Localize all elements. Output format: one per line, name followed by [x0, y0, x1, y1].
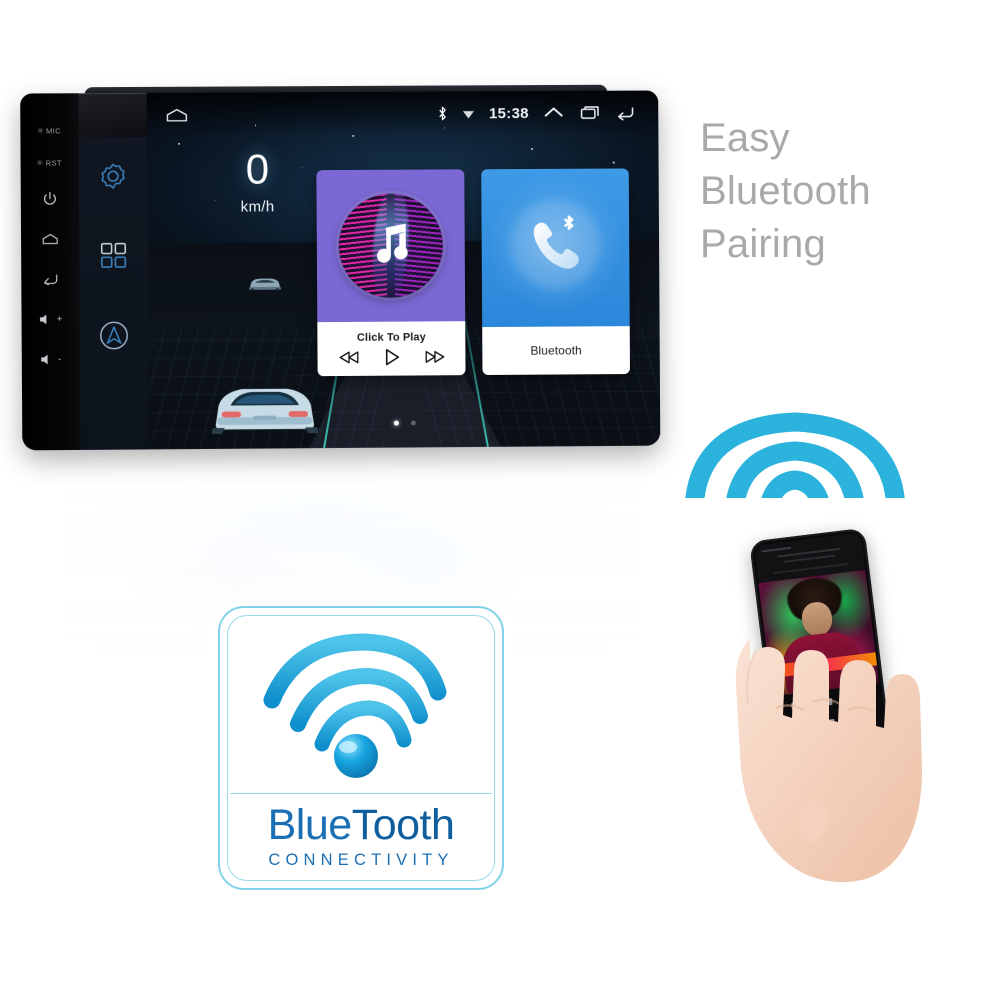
- recents-icon: [579, 105, 601, 121]
- page-dot-2[interactable]: [410, 420, 416, 426]
- back-key[interactable]: [21, 260, 79, 298]
- headline-line-3: Pairing: [700, 221, 826, 266]
- volume-down-key[interactable]: -: [22, 340, 80, 378]
- hard-key-column: MIC RST + -: [20, 93, 81, 451]
- car-head-unit: MIC RST + - 15:38 0 km/h Click To Play B…: [20, 84, 661, 451]
- badge-subtitle: CONNECTIVITY: [268, 851, 454, 869]
- music-card-title: Click To Play: [356, 330, 426, 344]
- navigation-icon: [99, 320, 128, 349]
- reset-label: RST: [45, 157, 62, 168]
- status-bluetooth: [437, 105, 448, 121]
- speedometer-widget[interactable]: 0 km/h: [177, 145, 338, 216]
- power-icon: [43, 191, 56, 205]
- status-recents-button[interactable]: [579, 105, 601, 121]
- bluetooth-card-title: Bluetooth: [530, 343, 582, 358]
- status-back-button[interactable]: [614, 105, 636, 121]
- settings-icon: [101, 163, 125, 189]
- sidebar-item-apps[interactable]: [98, 240, 128, 275]
- chevron-up-icon: [545, 107, 564, 117]
- music-card-footer: Click To Play: [317, 321, 466, 377]
- wireless-signal-icon: [684, 412, 906, 514]
- music-note-icon: [377, 223, 408, 263]
- bluetooth-glow: [503, 192, 608, 297]
- sidebar-item-settings[interactable]: [98, 161, 128, 196]
- music-controls: [338, 347, 445, 367]
- volume-up-icon: [40, 313, 47, 324]
- volume-down-icon: [41, 353, 48, 364]
- bluetooth-phone-icon: [533, 215, 579, 269]
- speed-unit: km/h: [240, 198, 275, 216]
- page-title: Easy Bluetooth Pairing: [700, 112, 980, 270]
- smartphone-in-hand: [716, 520, 956, 940]
- back-arrow-icon: [43, 273, 58, 285]
- scene-root: MIC RST + - 15:38 0 km/h Click To Play B…: [0, 0, 1000, 1000]
- status-clock: 15:38: [488, 104, 529, 122]
- badge-caption: BlueTooth CONNECTIVITY: [228, 794, 494, 880]
- apps-grid-icon: [100, 242, 126, 268]
- bluetooth-icon: [439, 106, 447, 121]
- mic-label: MIC: [45, 125, 62, 135]
- back-arrow-icon: [614, 105, 636, 121]
- previous-track-button[interactable]: [338, 349, 359, 364]
- album-disc: [338, 193, 444, 299]
- volume-up-key[interactable]: +: [21, 300, 79, 338]
- bluetooth-card-footer: Bluetooth: [482, 326, 631, 376]
- status-wifi: [462, 108, 475, 119]
- badge-title-part2: Tooth: [351, 801, 455, 849]
- speed-value: 0: [245, 145, 270, 193]
- page-indicator[interactable]: [393, 420, 416, 426]
- badge-title: BlueTooth: [268, 804, 455, 847]
- music-card[interactable]: Click To Play: [316, 169, 466, 377]
- head-unit-shell: MIC RST + - 15:38 0 km/h Click To Play B…: [20, 90, 661, 451]
- bluetooth-card-artwork: [481, 168, 629, 321]
- page-dot-1[interactable]: [393, 420, 399, 426]
- hand-graphic: [735, 638, 922, 883]
- next-track-button[interactable]: [424, 349, 445, 364]
- status-home-button[interactable]: [165, 107, 189, 123]
- headline-line-2: Bluetooth: [700, 168, 871, 213]
- reset-indicator[interactable]: RST: [20, 147, 78, 177]
- screen-sidebar: [78, 136, 149, 450]
- mic-indicator: MIC: [20, 115, 78, 145]
- bluetooth-card[interactable]: Bluetooth: [481, 168, 631, 376]
- status-expand-button[interactable]: [543, 105, 565, 121]
- sidebar-item-navigation[interactable]: [98, 319, 130, 356]
- home-icon: [166, 108, 187, 122]
- badge-artwork: [228, 616, 494, 793]
- head-unit-screen: 15:38 0 km/h Click To Play Bluetooth: [146, 90, 661, 450]
- reset-led-icon: [37, 160, 42, 165]
- badge-title-part1: Blue: [267, 801, 353, 849]
- power-key[interactable]: [21, 179, 79, 217]
- mic-led-icon: [37, 128, 43, 133]
- volume-down-label: -: [58, 353, 62, 364]
- foreground-car-graphic: [211, 388, 319, 434]
- music-card-artwork: [316, 169, 465, 322]
- wifi-icon: [463, 110, 475, 119]
- headline-line-1: Easy: [700, 116, 790, 160]
- play-button[interactable]: [382, 347, 401, 366]
- distant-car-graphic: [248, 278, 281, 292]
- home-icon: [42, 233, 58, 244]
- bluetooth-connectivity-badge: BlueTooth CONNECTIVITY: [218, 606, 504, 890]
- volume-up-label: +: [56, 313, 63, 324]
- status-bar: 15:38: [146, 90, 659, 137]
- home-key[interactable]: [21, 219, 79, 257]
- bluetooth-signal-icon: [263, 632, 447, 778]
